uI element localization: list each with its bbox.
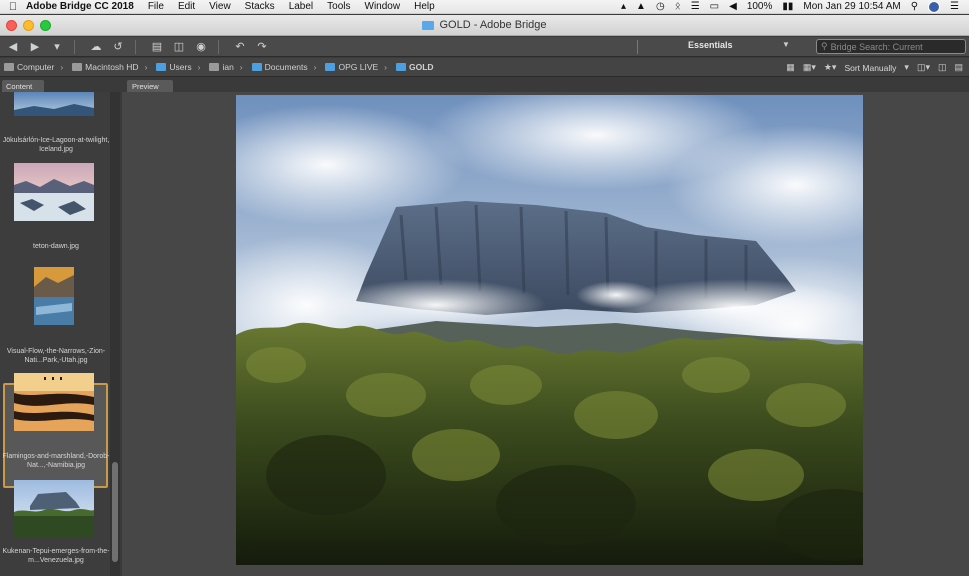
delete-icon[interactable]: ▤: [954, 62, 963, 73]
camera-import-icon[interactable]: ☁: [87, 39, 105, 55]
menu-tools[interactable]: Tools: [327, 1, 350, 12]
breadcrumb-gold[interactable]: GOLD: [396, 62, 434, 72]
rotate-left-icon[interactable]: ↶: [231, 39, 249, 55]
bluetooth-icon[interactable]: ᛟ: [675, 1, 681, 12]
menu-view[interactable]: View: [209, 1, 231, 12]
rotate-icon[interactable]: ↺: [109, 39, 127, 55]
thumbnail-image[interactable]: [14, 480, 94, 538]
bridge-search-input[interactable]: ⚲ Bridge Search: Current: [816, 39, 966, 54]
menu-edit[interactable]: Edit: [178, 1, 195, 12]
spotlight-search-icon[interactable]: ⚲: [911, 1, 918, 12]
close-window-button[interactable]: [6, 20, 17, 31]
window-title: GOLD - Adobe Bridge: [439, 19, 547, 31]
workspace-divider: [637, 40, 638, 54]
path-bar: Computer › Macintosh HD › Users › ian › …: [0, 58, 969, 77]
recent-dropdown-icon[interactable]: ▾: [48, 39, 66, 55]
user-avatar[interactable]: [928, 0, 941, 13]
folder-icon: [422, 20, 435, 30]
folder-icon: [396, 63, 407, 71]
thumbnail-label[interactable]: Flamingos-and-marshland,-Dorob-Nat...,-N…: [2, 452, 110, 470]
main-toolbar: ◀ ▶ ▾ ☁ ↺ ▤ ◫ ◉ ↶ ↷ Essentials ▼ ⚲ Bridg…: [0, 37, 969, 57]
breadcrumb-separator: ›: [313, 62, 317, 72]
thumbnail-image[interactable]: [14, 92, 94, 116]
new-folder-icon[interactable]: ◫: [938, 62, 947, 73]
breadcrumb-macintosh-hd[interactable]: Macintosh HD ›: [72, 62, 152, 72]
path-bar-controls: ▦ ▦▾ ★▾ Sort Manually ▾ ◫▾ ◫ ▤: [786, 58, 969, 77]
content-scrollbar[interactable]: [110, 92, 120, 576]
scrollbar-thumb[interactable]: [112, 462, 118, 562]
window-title-bar[interactable]: GOLD - Adobe Bridge: [0, 15, 969, 36]
menu-window[interactable]: Window: [365, 1, 401, 12]
wifi-icon[interactable]: ☰: [691, 1, 700, 12]
menu-file[interactable]: File: [148, 1, 164, 12]
status-area: ▴ ▲ ◷ ᛟ ☰ ▭ ◀ 100% ▮▮ Mon Jan 29 10:54 A…: [621, 0, 969, 13]
view-options-dropdown-icon[interactable]: ▦▾: [803, 62, 816, 73]
breadcrumb-users[interactable]: Users ›: [156, 62, 205, 72]
battery-percent[interactable]: 100%: [747, 1, 773, 12]
refine-icon[interactable]: ◫: [170, 39, 188, 55]
workspace-dropdown-icon[interactable]: ▼: [782, 40, 790, 49]
clock[interactable]: Mon Jan 29 10:54 AM: [803, 1, 900, 12]
macos-menu-bar:  Adobe Bridge CC 2018 File Edit View St…: [0, 0, 969, 14]
folder-icon: [325, 63, 336, 71]
thumbnail-image[interactable]: [14, 267, 94, 325]
thumbnail-image[interactable]: [14, 373, 94, 431]
back-arrow-icon[interactable]: ◀: [4, 39, 22, 55]
time-machine-icon[interactable]: ◷: [656, 1, 665, 12]
toolbar-divider: [74, 39, 75, 54]
thumbnail-label[interactable]: Visual-Flow,-the-Narrows,-Zion-Nati...Pa…: [2, 347, 110, 365]
rotate-right-icon[interactable]: ↷: [253, 39, 271, 55]
breadcrumb-separator: ›: [197, 62, 201, 72]
home-icon: [209, 63, 220, 71]
thumbnail-image[interactable]: [14, 163, 94, 221]
forward-arrow-icon[interactable]: ▶: [26, 39, 44, 55]
volume-icon[interactable]: ◀: [729, 1, 737, 12]
menu-label[interactable]: Label: [289, 1, 313, 12]
minimize-window-button[interactable]: [23, 20, 34, 31]
folder-icon: [156, 63, 167, 71]
app-name-menu[interactable]: Adobe Bridge CC 2018: [26, 1, 134, 12]
airplay-icon[interactable]: ▭: [710, 1, 719, 12]
apple-menu-icon[interactable]: : [0, 1, 26, 13]
eject-icon[interactable]: ▲: [636, 1, 646, 12]
sort-manually-dropdown[interactable]: Sort Manually: [844, 63, 896, 73]
breadcrumb-opg-live[interactable]: OPG LIVE ›: [325, 62, 392, 72]
computer-icon: [4, 63, 14, 71]
menu-stacks[interactable]: Stacks: [245, 1, 275, 12]
filter-rating-icon[interactable]: ★▾: [824, 62, 837, 73]
breadcrumb-computer[interactable]: Computer ›: [4, 62, 68, 72]
breadcrumb-separator: ›: [239, 62, 243, 72]
maximize-window-button[interactable]: [40, 20, 51, 31]
breadcrumb-separator: ›: [144, 62, 148, 72]
breadcrumb-ian[interactable]: ian ›: [209, 62, 247, 72]
thumbnail-quality-icon[interactable]: ▦: [786, 62, 795, 73]
breadcrumb-documents[interactable]: Documents ›: [251, 62, 322, 72]
battery-icon[interactable]: ▮▮: [782, 1, 793, 12]
toolbar-divider: [218, 39, 219, 54]
thumbnail-label[interactable]: teton-dawn.jpg: [2, 242, 110, 251]
search-placeholder: Bridge Search: Current: [830, 41, 923, 52]
menu-help[interactable]: Help: [414, 1, 435, 12]
tab-preview[interactable]: Preview: [127, 80, 173, 92]
breadcrumb-separator: ›: [60, 62, 64, 72]
search-icon: ⚲: [821, 41, 828, 51]
breadcrumb-separator: ›: [384, 62, 388, 72]
tab-content[interactable]: Content: [2, 80, 44, 92]
output-icon[interactable]: ▤: [148, 39, 166, 55]
content-panel: Jökulsárlón-Ice-Lagoon-at-twilight, Icel…: [0, 92, 120, 576]
thumbnail-label[interactable]: Kukenan-Tepui-emerges-from-the-m...Venez…: [2, 547, 110, 565]
folder-icon: [251, 63, 262, 71]
dropbox-icon[interactable]: ▴: [621, 1, 626, 12]
workspace-essentials[interactable]: Essentials: [688, 40, 733, 50]
thumbnail-label[interactable]: Jökulsárlón-Ice-Lagoon-at-twilight, Icel…: [2, 136, 110, 154]
toolbar-divider: [135, 39, 136, 54]
open-recent-folder-icon[interactable]: ◫▾: [917, 62, 930, 73]
open-in-camera-raw-icon[interactable]: ◉: [192, 39, 210, 55]
window-controls: [6, 20, 51, 31]
hard-drive-icon: [72, 63, 83, 71]
sort-direction-icon[interactable]: ▾: [904, 62, 909, 73]
notification-center-icon[interactable]: ☰: [950, 1, 959, 12]
bridge-window:  Adobe Bridge CC 2018 File Edit View St…: [0, 0, 969, 576]
preview-image[interactable]: [236, 95, 863, 565]
